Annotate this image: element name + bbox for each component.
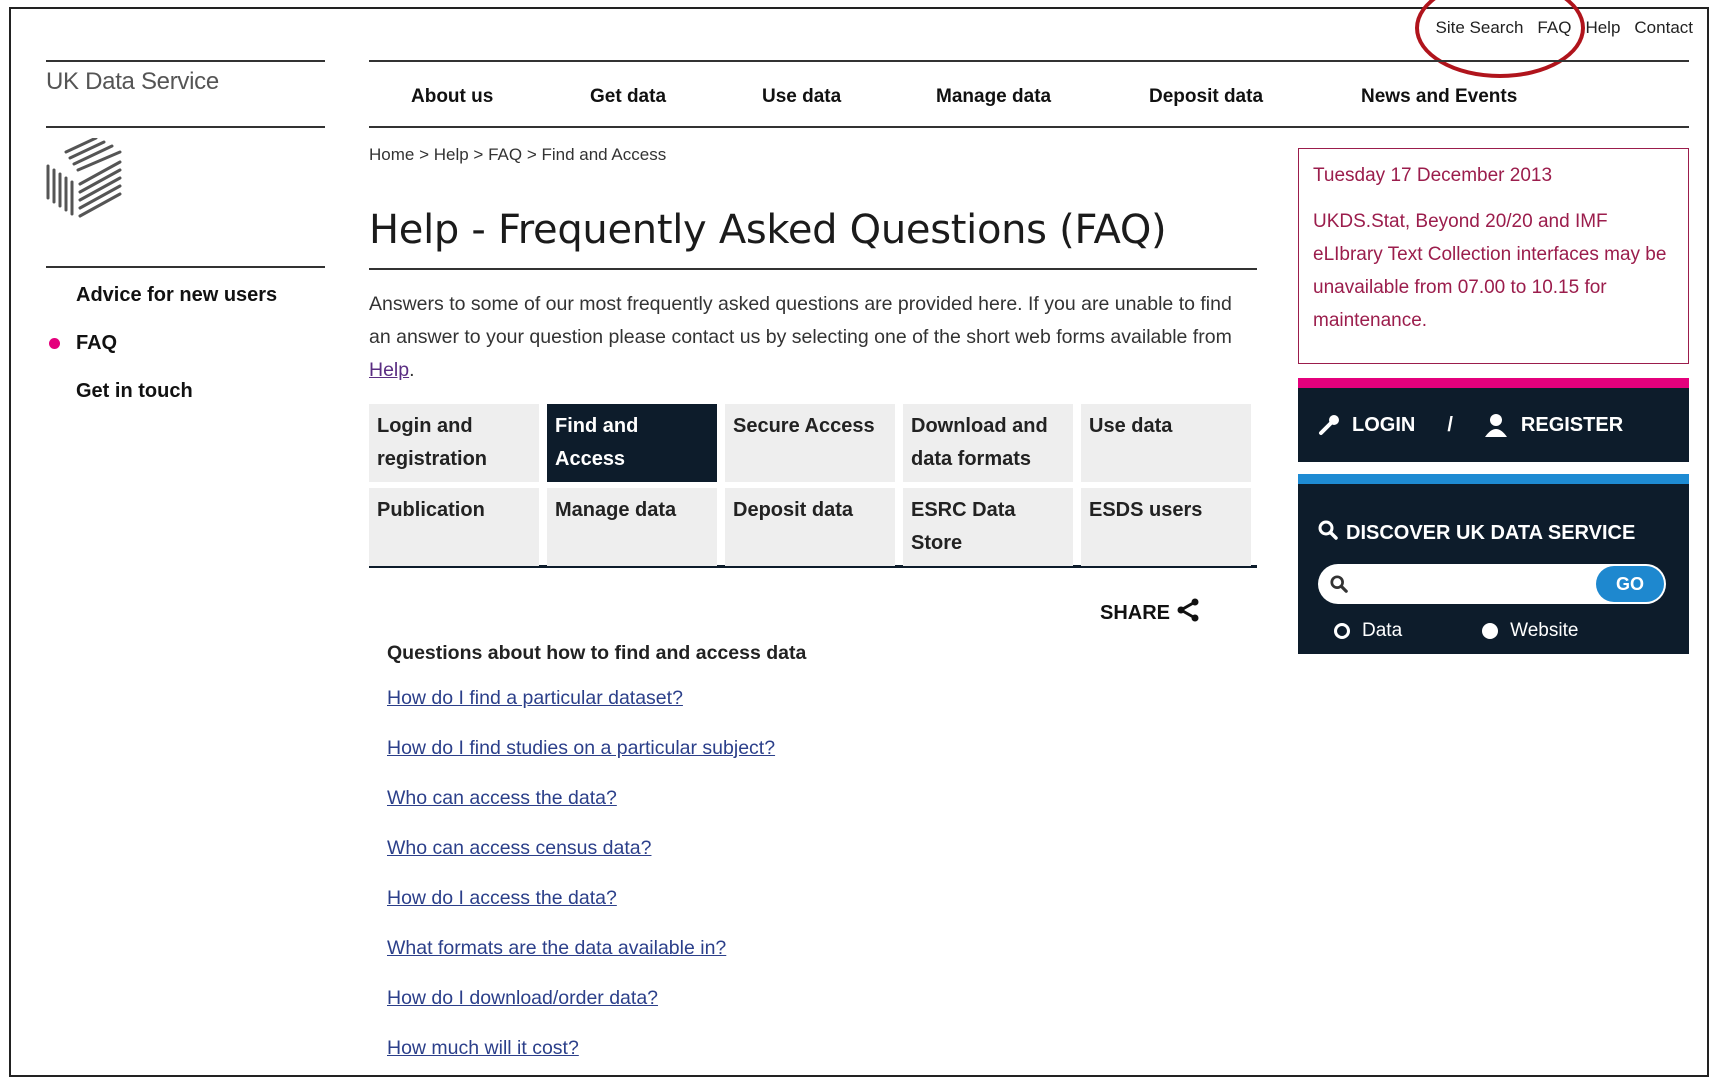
maintenance-notice: Tuesday 17 December 2013 UKDS.Stat, Beyo…: [1298, 148, 1689, 364]
register-label: REGISTER: [1520, 413, 1624, 436]
discover-title-label: DISCOVER UK DATA SERVICE: [1346, 521, 1636, 544]
intro-text: Answers to some of our most frequently a…: [369, 288, 1249, 387]
share-icon: [1176, 598, 1200, 628]
search-icon: [1330, 575, 1348, 598]
left-nav-label: FAQ: [76, 332, 118, 354]
tab-esrc-data-store[interactable]: ESRC Data Store: [903, 488, 1073, 566]
help-inline-link[interactable]: Help: [369, 359, 409, 381]
question-link[interactable]: Who can access census data?: [387, 837, 1187, 887]
brand-name[interactable]: UK Data Service: [46, 68, 219, 96]
divider: [46, 60, 325, 62]
radio-website[interactable]: [1482, 623, 1499, 639]
help-link[interactable]: Help: [1585, 18, 1620, 38]
nav-use-data[interactable]: Use data: [762, 86, 841, 108]
divider: [369, 268, 1257, 270]
divider: [46, 266, 325, 268]
nav-about-us[interactable]: About us: [411, 86, 493, 108]
question-link[interactable]: How do I download/order data?: [387, 987, 1187, 1037]
left-nav-label: Get in touch: [76, 380, 193, 402]
go-button[interactable]: GO: [1596, 566, 1664, 602]
tab-login-registration[interactable]: Login and registration: [369, 404, 539, 482]
breadcrumb-home[interactable]: Home: [369, 145, 414, 164]
tab-deposit-data[interactable]: Deposit data: [725, 488, 895, 566]
notice-message: UKDS.Stat, Beyond 20/20 and IMF eLIbrary…: [1313, 211, 1667, 331]
question-link[interactable]: How do I find a particular dataset?: [387, 687, 1187, 737]
intro-body: Answers to some of our most frequently a…: [369, 293, 1232, 348]
contact-link[interactable]: Contact: [1634, 18, 1693, 38]
tab-esds-users[interactable]: ESDS users: [1081, 488, 1251, 566]
breadcrumb-separator: >: [468, 145, 489, 164]
left-nav: Advice for new users FAQ Get in touch: [46, 284, 326, 428]
question-link[interactable]: Who can access the data?: [387, 787, 1187, 837]
breadcrumb-current: Find and Access: [541, 145, 667, 164]
key-icon: [1318, 414, 1340, 436]
question-link[interactable]: How do I access the data?: [387, 887, 1187, 937]
page-title: Help - Frequently Asked Questions (FAQ): [369, 207, 1167, 253]
tab-download-formats[interactable]: Download and data formats: [903, 404, 1073, 482]
questions-heading: Questions about how to find and access d…: [387, 642, 807, 664]
tab-publication[interactable]: Publication: [369, 488, 539, 566]
radio-website-label: Website: [1510, 620, 1579, 641]
main-nav: About us Get data Use data Manage data D…: [370, 86, 1690, 122]
breadcrumb-separator: >: [414, 145, 434, 164]
divider: [46, 126, 325, 128]
question-link[interactable]: How do I find studies on a particular su…: [387, 737, 1187, 787]
questions-section: Questions about how to find and access d…: [387, 642, 1187, 1087]
discover-box: DISCOVER UK DATA SERVICE GO Data Website: [1298, 474, 1689, 654]
discover-title: DISCOVER UK DATA SERVICE: [1318, 520, 1635, 546]
tab-find-access[interactable]: Find and Access: [547, 404, 717, 482]
login-button[interactable]: LOGIN: [1318, 414, 1415, 437]
left-nav-get-in-touch[interactable]: Get in touch: [46, 380, 326, 428]
login-label: LOGIN: [1352, 413, 1416, 436]
divider: [369, 126, 1689, 128]
intro-end: .: [409, 359, 415, 381]
breadcrumb-separator: >: [522, 145, 542, 164]
question-link[interactable]: What formats are the data available in?: [387, 937, 1187, 987]
question-link[interactable]: How much will it cost?: [387, 1037, 1187, 1087]
account-separator: /: [1447, 413, 1453, 436]
share-label: SHARE: [1100, 601, 1171, 624]
nav-get-data[interactable]: Get data: [590, 86, 666, 108]
site-search-link[interactable]: Site Search: [1436, 18, 1524, 38]
tab-secure-access[interactable]: Secure Access: [725, 404, 895, 482]
left-nav-label: Advice for new users: [76, 284, 278, 306]
breadcrumb: Home > Help > FAQ > Find and Access: [369, 145, 666, 165]
nav-news-events[interactable]: News and Events: [1361, 86, 1517, 108]
register-button[interactable]: REGISTER: [1484, 413, 1624, 437]
utility-links: Site Search FAQ Help Contact: [1436, 18, 1693, 38]
tab-manage-data[interactable]: Manage data: [547, 488, 717, 566]
nav-manage-data[interactable]: Manage data: [936, 86, 1051, 108]
breadcrumb-help[interactable]: Help: [434, 145, 469, 164]
active-bullet-icon: [49, 338, 60, 349]
left-nav-advice[interactable]: Advice for new users: [46, 284, 326, 332]
tab-use-data[interactable]: Use data: [1081, 404, 1251, 482]
search-input[interactable]: [1354, 570, 1578, 600]
faq-link[interactable]: FAQ: [1537, 18, 1571, 38]
divider: [369, 60, 1689, 62]
account-box: LOGIN / REGISTER: [1298, 378, 1689, 462]
search-icon: [1318, 520, 1338, 546]
add-user-icon: [1484, 413, 1511, 437]
breadcrumb-faq[interactable]: FAQ: [488, 145, 522, 164]
nav-deposit-data[interactable]: Deposit data: [1149, 86, 1263, 108]
logo-cube-icon[interactable]: [46, 136, 130, 227]
radio-data[interactable]: [1334, 623, 1350, 639]
radio-data-label: Data: [1362, 620, 1403, 641]
left-nav-faq[interactable]: FAQ: [46, 332, 326, 380]
search-scope-options: Data Website: [1334, 620, 1578, 642]
search-field: GO: [1318, 564, 1666, 604]
share-button[interactable]: SHARE: [1100, 598, 1200, 628]
notice-date: Tuesday 17 December 2013: [1313, 165, 1553, 186]
